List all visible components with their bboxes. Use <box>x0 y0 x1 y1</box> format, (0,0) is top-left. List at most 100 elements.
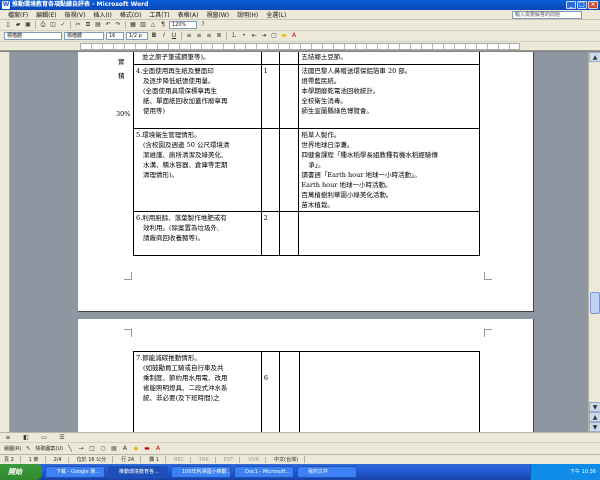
draw-menu[interactable]: 繪圖(R) <box>4 445 21 452</box>
status-rec[interactable]: REC <box>174 456 192 463</box>
web-view-icon[interactable]: ◧ <box>22 434 30 442</box>
autoshapes-menu[interactable]: 快取圖案(U) <box>35 445 63 452</box>
score-cell <box>260 52 280 65</box>
show-formatting-icon[interactable]: ¶ <box>159 21 167 29</box>
menu-table[interactable]: 表格(A) <box>174 10 203 19</box>
bold-icon[interactable]: B <box>150 32 158 40</box>
horizontal-ruler[interactable] <box>0 42 600 51</box>
font-select[interactable]: 標楷體 <box>64 32 104 40</box>
notes-cell: 稻草人製作。 世界地球日淨灘。 四健會課程「種水稻學長組教種有機水稻經驗傳 承」… <box>298 128 480 212</box>
menu-select-all[interactable]: 全選(L) <box>262 10 290 19</box>
menu-edit[interactable]: 編輯(E) <box>32 10 60 19</box>
next-page-icon[interactable]: ▼ <box>589 422 600 432</box>
wordart-icon[interactable]: A <box>121 445 129 453</box>
taskbar-item[interactable]: Doc1 - Microsoft... <box>234 466 294 478</box>
columns-icon[interactable]: ▥ <box>139 21 147 29</box>
justify-icon[interactable]: ≣ <box>215 32 223 40</box>
crop-mark <box>124 329 132 337</box>
drawing-icon[interactable]: △ <box>149 21 157 29</box>
new-document-icon[interactable]: ▯ <box>4 21 12 29</box>
oval-icon[interactable]: ○ <box>99 445 107 453</box>
undo-icon[interactable]: ↶ <box>104 21 112 29</box>
minimize-icon[interactable]: _ <box>566 1 576 9</box>
scroll-down-icon[interactable]: ▼ <box>589 402 600 412</box>
menu-insert[interactable]: 插入(I) <box>89 10 115 19</box>
evaluation-table-page1: 並之原子筆或鋼筆等)。 五結鄉土豆節。 4.全面使用再生紙及雙面印 及逐步降低紙… <box>133 52 480 256</box>
border-icon[interactable]: ▢ <box>270 32 278 40</box>
font-size-select[interactable]: 16 <box>106 32 124 40</box>
align-right-icon[interactable]: ≡ <box>205 32 213 40</box>
vertical-ruler[interactable] <box>0 52 10 432</box>
menu-format[interactable]: 格式(O) <box>116 10 145 19</box>
item-cell: 6.利用廚餘、落葉製作堆肥或有 效利用。(除案置為垃圾外, 請廠商回收養豬等)。 <box>133 211 262 256</box>
scroll-up-icon[interactable]: ▲ <box>589 52 600 62</box>
menu-tools[interactable]: 工具(T) <box>145 10 173 19</box>
menu-help[interactable]: 說明(H) <box>233 10 262 19</box>
line-icon[interactable]: ╲ <box>66 445 74 453</box>
textbox-icon[interactable]: ▤ <box>110 445 118 453</box>
taskbar-item[interactable]: 推動環境教育各... <box>108 466 168 478</box>
cut-icon[interactable]: ✂ <box>74 21 82 29</box>
note-line: 承」。 <box>308 161 325 169</box>
outline-view-icon[interactable]: ☰ <box>58 434 66 442</box>
menu-view[interactable]: 檢視(V) <box>61 10 90 19</box>
evaluation-table-page2: 7.節能減碳推動情形。 (如鼓勵員工騎或自行車及共 乘制度、節約用水用電、改用 … <box>133 351 481 432</box>
rectangle-icon[interactable]: □ <box>88 445 96 453</box>
arrow-icon[interactable]: → <box>77 445 85 453</box>
menu-file[interactable]: 檔案(F) <box>4 10 32 19</box>
note-line: 全校衛生消毒。 <box>301 97 347 105</box>
preview-icon[interactable]: ◫ <box>49 21 57 29</box>
italic-icon[interactable]: I <box>160 32 168 40</box>
maximize-icon[interactable]: □ <box>577 1 587 9</box>
style-select[interactable]: 標楷體 <box>4 32 62 40</box>
highlight-icon[interactable]: ▬ <box>280 32 288 40</box>
menu-window[interactable]: 視窗(W) <box>202 10 233 19</box>
underline-icon[interactable]: U <box>170 32 178 40</box>
document-page-1: 實 積 30% 並之原子筆或鋼筆等)。 五結鄉土豆節。 4.全面使用再生紙及雙面… <box>78 52 534 312</box>
font-color-icon[interactable]: A <box>290 32 298 40</box>
status-trk[interactable]: TRK <box>199 456 216 463</box>
line-color-icon[interactable]: ▬ <box>143 445 151 453</box>
table-icon[interactable]: ▦ <box>129 21 137 29</box>
redo-icon[interactable]: ↷ <box>114 21 122 29</box>
item-line: (全面使用具環保標章再生 <box>143 87 218 95</box>
print-layout-icon[interactable]: ▭ <box>40 434 48 442</box>
bullets-icon[interactable]: • <box>240 32 248 40</box>
vertical-scrollbar[interactable]: ▲ ▼ ▲ ▼ <box>588 52 600 432</box>
font-size2-select[interactable]: 1/2 p <box>126 32 148 40</box>
zoom-select[interactable]: 120% <box>169 21 197 29</box>
align-left-icon[interactable]: ≡ <box>185 32 193 40</box>
start-button[interactable]: 開始 <box>0 464 42 480</box>
paste-icon[interactable]: ▤ <box>94 21 102 29</box>
fill-color-icon[interactable]: ◆ <box>132 445 140 453</box>
save-icon[interactable]: ▣ <box>24 21 32 29</box>
scroll-thumb[interactable] <box>590 292 600 314</box>
align-center-icon[interactable]: ≡ <box>195 32 203 40</box>
document-area[interactable]: 實 積 30% 並之原子筆或鋼筆等)。 五結鄉土豆節。 4.全面使用再生紙及雙面… <box>10 52 588 432</box>
status-ext[interactable]: EXT <box>224 456 241 463</box>
draw-font-color-icon[interactable]: A <box>154 445 162 453</box>
status-language: 中文(台灣) <box>274 456 306 463</box>
increase-indent-icon[interactable]: ⇥ <box>260 32 268 40</box>
status-ovr[interactable]: OVR <box>248 456 267 463</box>
help-icon[interactable]: ? <box>199 21 207 29</box>
select-pointer-icon[interactable]: ↖ <box>24 445 32 453</box>
decrease-indent-icon[interactable]: ⇤ <box>250 32 258 40</box>
item-cell: 5.環境衛生管理情形。 (含校園及週邊 50 公尺環境清 潔維護、廁所清潔及綠美… <box>133 128 262 212</box>
print-icon[interactable]: ⎙ <box>39 21 47 29</box>
note-line: 稻草人製作。 <box>301 131 341 139</box>
left-note-3: 30% <box>116 110 131 118</box>
open-folder-icon[interactable]: ▰ <box>14 21 22 29</box>
taskbar-item[interactable]: 100年利澤國小推動... <box>171 466 231 478</box>
spellcheck-icon[interactable]: ✓ <box>59 21 67 29</box>
normal-view-icon[interactable]: ≡ <box>4 434 12 442</box>
taskbar-item[interactable]: 我的文件 <box>297 466 357 478</box>
blank-cell <box>278 64 300 129</box>
clock: 下午 10:36 <box>570 469 596 475</box>
close-icon[interactable]: × <box>588 1 598 9</box>
taskbar-item[interactable]: 下載 - Google 瀏... <box>45 466 105 478</box>
previous-page-icon[interactable]: ▲ <box>589 412 600 422</box>
help-search-input[interactable]: 輸入需要解答的問題 <box>512 11 582 19</box>
numbering-icon[interactable]: ⒈ <box>230 32 238 40</box>
copy-icon[interactable]: ⧉ <box>84 21 92 29</box>
